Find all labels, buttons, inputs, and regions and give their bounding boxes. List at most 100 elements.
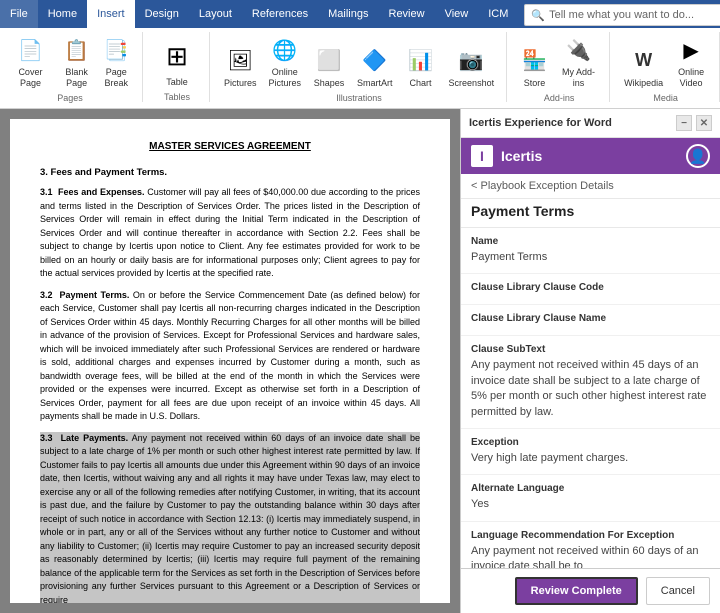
ribbon-group-tables: ⊞ Table Tables [153,32,210,102]
store-label: Store [524,78,546,89]
ribbon-item-page-break[interactable]: 📑 PageBreak [98,32,134,91]
icertis-logo-text: Icertis [501,148,678,164]
pictures-label: Pictures [224,78,257,89]
panel-field-alternate-language-value: Yes [471,497,710,512]
para-3-2-label: Payment Terms. [60,290,130,300]
tab-file[interactable]: File [0,0,38,28]
wikipedia-label: Wikipedia [624,78,663,89]
chart-icon: 📊 [405,45,437,77]
panel-field-clause-subtext-label: Clause SubText [471,344,710,355]
panel-field-clause-code-label: Clause Library Clause Code [471,282,710,293]
ribbon-group-pages: 📄 Cover Page 📋 BlankPage 📑 PageBreak Pag… [6,32,143,102]
cancel-button[interactable]: Cancel [646,577,710,605]
main-area: MASTER SERVICES AGREEMENT 3. Fees and Pa… [0,109,720,613]
panel-field-exception: Exception Very high late payment charges… [461,429,720,475]
tab-design[interactable]: Design [135,0,189,28]
panel-field-exception-label: Exception [471,437,710,448]
document-para-3-3: 3.3 Late Payments. Any payment not recei… [40,432,420,603]
table-icon: ⊞ [157,36,197,76]
panel-field-clause-code: Clause Library Clause Code [461,274,720,305]
panel-field-clause-subtext: Clause SubText Any payment not received … [461,336,720,429]
ribbon-group-illus-items: 🖼 Pictures 🌐 OnlinePictures ⬜ Shapes 🔷 S… [220,32,498,91]
document-title: MASTER SERVICES AGREEMENT [40,139,420,154]
para-3-1-label: Fees and Expenses. [58,187,145,197]
cover-page-label: Cover Page [10,67,51,89]
document-section-3-title: 3. Fees and Payment Terms. [40,166,420,180]
tab-icm[interactable]: ICM [478,0,518,28]
para-3-1-num: 3.1 [40,187,53,197]
tab-review[interactable]: Review [379,0,435,28]
panel-header: Icertis Experience for Word − ✕ [461,109,720,138]
ribbon-item-chart[interactable]: 📊 Chart [401,43,441,91]
ribbon-item-cover-page[interactable]: 📄 Cover Page [6,32,55,91]
panel-field-name: Name Payment Terms [461,228,720,274]
ribbon-item-online-pictures[interactable]: 🌐 OnlinePictures [265,32,306,91]
panel-field-name-value: Payment Terms [471,250,710,265]
page-break-label: PageBreak [104,67,128,89]
para-3-3-text: Any payment not received within 60 days … [40,433,420,603]
ribbon-item-online-video[interactable]: ▶ OnlineVideo [671,32,711,91]
panel-scroll-content[interactable]: Name Payment Terms Clause Library Clause… [461,228,720,568]
panel-body-wrapper: Name Payment Terms Clause Library Clause… [461,228,720,568]
icertis-logo-letter: I [480,148,484,164]
document-para-3-1: 3.1 Fees and Expenses. Customer will pay… [40,186,420,281]
ribbon-item-shapes[interactable]: ⬜ Shapes [309,43,349,91]
panel-field-language-recommendation: Language Recommendation For Exception An… [461,522,720,568]
user-icon[interactable]: 👤 [686,144,710,168]
online-video-label: OnlineVideo [678,67,704,89]
ribbon-item-smartart[interactable]: 🔷 SmartArt [353,43,397,91]
panel-header-controls: − ✕ [676,115,712,131]
panel-section-title: Payment Terms [461,199,720,228]
tab-insert[interactable]: Insert [87,0,135,28]
tab-references[interactable]: References [242,0,318,28]
ribbon-item-pictures[interactable]: 🖼 Pictures [220,43,261,91]
ribbon-group-addins: 🏪 Store 🔌 My Add-ins Add-ins [517,32,610,102]
para-3-3-num: 3.3 [40,433,53,443]
online-pictures-label: OnlinePictures [269,67,302,89]
panel-nav-back[interactable]: < Playbook Exception Details [461,174,720,199]
panel-close-button[interactable]: ✕ [696,115,712,131]
panel-minimize-button[interactable]: − [676,115,692,131]
icertis-logo-icon: I [471,145,493,167]
search-bar-container: 🔍 Tell me what you want to do... [518,0,720,28]
search-placeholder: Tell me what you want to do... [549,9,694,21]
ribbon-group-addins-items: 🏪 Store 🔌 My Add-ins [517,32,601,91]
ribbon-item-table[interactable]: ⊞ Table [153,34,201,90]
ribbon-group-addins-label: Add-ins [544,93,575,103]
ribbon-item-wikipedia[interactable]: W Wikipedia [620,43,667,91]
review-complete-button[interactable]: Review Complete [515,577,638,605]
my-addins-label: My Add-ins [560,67,597,89]
table-label: Table [166,77,188,88]
ribbon-item-screenshot[interactable]: 📷 Screenshot [445,43,499,91]
tab-mailings[interactable]: Mailings [318,0,378,28]
panel-field-clause-subtext-value: Any payment not received within 45 days … [471,358,710,420]
page-break-icon: 📑 [100,34,132,66]
chart-label: Chart [410,78,432,89]
ribbon-item-my-addins[interactable]: 🔌 My Add-ins [556,32,601,91]
my-addins-icon: 🔌 [562,34,594,66]
para-3-2-text: On or before the Service Commencement Da… [40,290,420,422]
icertis-logo-bar: I Icertis 👤 [461,138,720,174]
para-3-3-label: Late Payments. [61,433,129,443]
ribbon-group-illus-label: Illustrations [336,93,382,103]
cover-page-icon: 📄 [14,34,46,66]
document-para-3-2: 3.2 Payment Terms. On or before the Serv… [40,289,420,424]
ribbon-group-tables-label: Tables [164,92,190,102]
para-3-2-num: 3.2 [40,290,53,300]
ribbon-search[interactable]: 🔍 Tell me what you want to do... [524,4,720,26]
document[interactable]: MASTER SERVICES AGREEMENT 3. Fees and Pa… [10,119,450,603]
ribbon-group-pages-label: Pages [57,93,83,103]
ribbon-item-blank-page[interactable]: 📋 BlankPage [59,32,95,91]
tab-home[interactable]: Home [38,0,87,28]
ribbon-item-store[interactable]: 🏪 Store [517,43,552,91]
tab-view[interactable]: View [435,0,479,28]
ribbon-group-media-label: Media [653,93,678,103]
para-3-1-text: Customer will pay all fees of $40,000.00… [40,187,420,278]
panel-field-name-label: Name [471,236,710,247]
panel-field-language-rec-value: Any payment not received within 60 days … [471,544,710,568]
pictures-icon: 🖼 [224,45,256,77]
ribbon-body: 📄 Cover Page 📋 BlankPage 📑 PageBreak Pag… [0,28,720,108]
tab-layout[interactable]: Layout [189,0,242,28]
panel-field-alternate-language: Alternate Language Yes [461,475,720,521]
panel-footer: Review Complete Cancel [461,568,720,613]
